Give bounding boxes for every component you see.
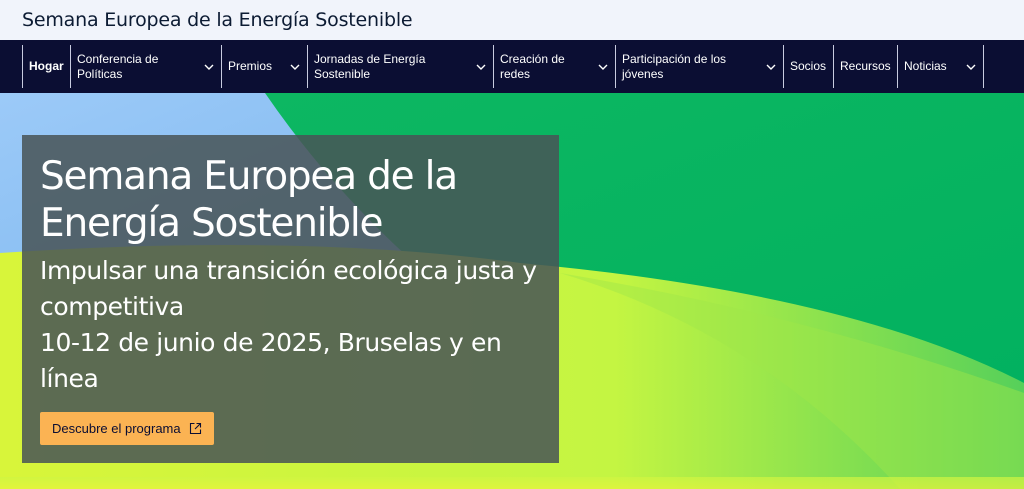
nav-item-label: Socios: [790, 59, 827, 73]
nav-item-noticias[interactable]: Noticias: [898, 45, 984, 88]
hero-banner: Semana Europea de la Energía Sostenible …: [0, 93, 1024, 489]
hero-text-panel: Semana Europea de la Energía Sostenible …: [22, 135, 559, 463]
nav-item-label: Noticias: [904, 59, 947, 73]
nav-item-label: Conferencia de Políticas: [77, 51, 159, 81]
hero-title: Semana Europea de la Energía Sostenible: [40, 154, 458, 246]
discover-program-button[interactable]: Descubre el programa: [40, 412, 214, 445]
chevron-down-icon: [290, 64, 300, 70]
chevron-down-icon: [476, 64, 486, 70]
main-navigation: Hogar Conferencia de Políticas Premios J…: [0, 40, 1024, 93]
nav-list: Hogar Conferencia de Políticas Premios J…: [22, 45, 984, 88]
external-link-icon: [189, 422, 201, 435]
nav-item-hogar[interactable]: Hogar: [23, 45, 71, 88]
nav-item-label: Creación de redes: [500, 51, 565, 81]
hero-subtitle: Impulsar una transición ecológica justa …: [40, 256, 537, 321]
site-title[interactable]: Semana Europea de la Energía Sostenible: [22, 9, 413, 31]
chevron-down-icon: [966, 64, 976, 70]
site-header: Semana Europea de la Energía Sostenible: [0, 0, 1024, 40]
nav-item-creacion-de-redes[interactable]: Creación de redes: [494, 45, 616, 88]
nav-item-conferencia-de-politicas[interactable]: Conferencia de Políticas: [71, 45, 222, 88]
nav-item-label: Premios: [228, 59, 273, 73]
nav-item-label: Participación de los jóvenes: [622, 51, 727, 81]
hero-dates: 10-12 de junio de 2025, Bruselas y en lí…: [40, 328, 502, 393]
nav-item-label: Jornadas de Energía Sostenible: [314, 51, 426, 81]
nav-item-socios[interactable]: Socios: [784, 45, 834, 88]
nav-item-label: Recursos: [840, 59, 891, 73]
chevron-down-icon: [598, 64, 608, 70]
chevron-down-icon: [766, 64, 776, 70]
nav-item-label: Hogar: [29, 59, 64, 73]
chevron-down-icon: [204, 64, 214, 70]
nav-item-recursos[interactable]: Recursos: [834, 45, 898, 88]
cta-label: Descubre el programa: [52, 421, 181, 436]
nav-item-participacion-de-los-jovenes[interactable]: Participación de los jóvenes: [616, 45, 784, 88]
nav-item-jornadas-de-energia-sostenible[interactable]: Jornadas de Energía Sostenible: [308, 45, 494, 88]
nav-item-premios[interactable]: Premios: [222, 45, 308, 88]
hero-subtitle-block: Impulsar una transición ecológica justa …: [40, 253, 550, 397]
